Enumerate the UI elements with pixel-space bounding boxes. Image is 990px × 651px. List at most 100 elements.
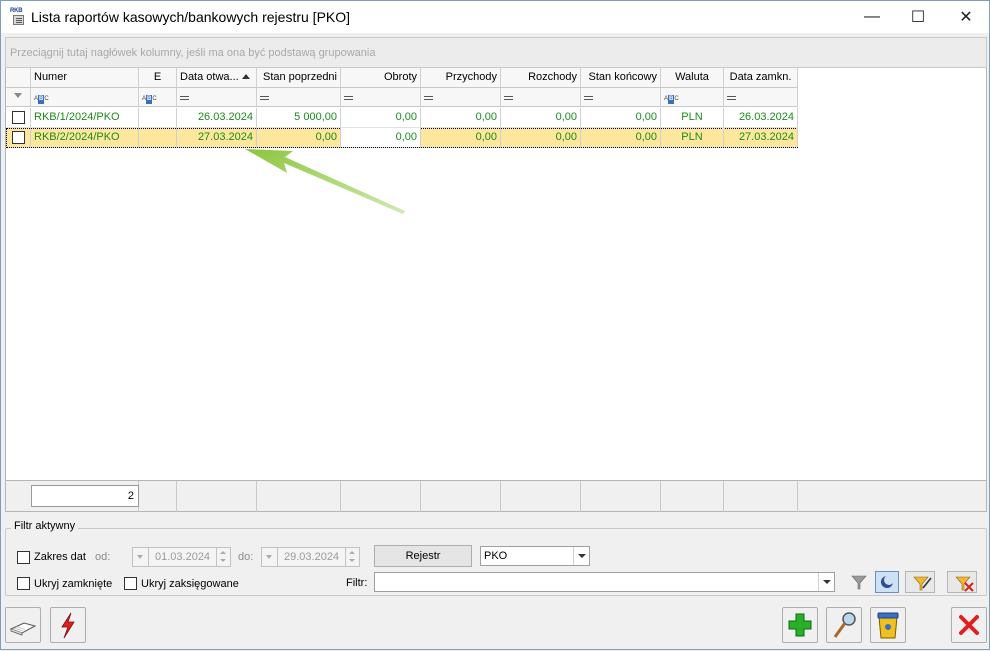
filter-edit-icon[interactable] xyxy=(905,571,935,593)
row-checkbox-cell[interactable] xyxy=(6,108,31,127)
chevron-down-icon[interactable] xyxy=(818,573,834,591)
filtr-input[interactable] xyxy=(374,572,835,592)
header-data-otwarcia[interactable]: Data otwa... xyxy=(177,68,257,87)
table-row[interactable]: RKB/1/2024/PKO 26.03.2024 5 000,00 0,00 … xyxy=(6,108,798,128)
row-checkbox-cell[interactable] xyxy=(6,128,31,147)
zakres-dat-checkbox[interactable] xyxy=(17,551,30,564)
filter-cell-przychody[interactable] xyxy=(421,88,501,106)
chevron-down-icon[interactable] xyxy=(133,548,149,566)
header-data-zamkniecia[interactable]: Data zamkn. xyxy=(724,68,798,87)
od-label: od: xyxy=(95,551,111,563)
summary-cell xyxy=(177,481,257,512)
filter-cell-stan-poprzedni[interactable] xyxy=(257,88,341,106)
magnifier-icon[interactable] xyxy=(826,607,862,643)
ukryj-zamkniete-label: Ukryj zamknięte xyxy=(34,578,113,590)
cell-e[interactable] xyxy=(139,108,177,127)
ukryj-zaksiegowane-label: Ukryj zaksięgowane xyxy=(141,578,239,590)
cell-stan-koncowy[interactable]: 0,00 xyxy=(581,128,661,147)
filter-cell-numer[interactable]: ABC xyxy=(31,88,139,106)
filter-cell-rozchody[interactable] xyxy=(501,88,581,106)
equals-filter-icon xyxy=(424,96,433,100)
cell-stan-poprzedni[interactable]: 0,00 xyxy=(257,128,341,147)
date-spinner-icon[interactable] xyxy=(216,548,230,566)
close-icon[interactable] xyxy=(951,607,987,643)
book-icon[interactable] xyxy=(5,607,41,643)
cell-rozchody[interactable]: 0,00 xyxy=(501,128,581,147)
summary-cell xyxy=(257,481,341,512)
table-row-selected[interactable]: RKB/2/2024/PKO 27.03.2024 0,00 0,00 0,00… xyxy=(6,128,798,148)
rejestr-select[interactable]: PKO xyxy=(480,546,590,566)
filter-cell-data-zamkniecia[interactable] xyxy=(724,88,798,106)
header-waluta[interactable]: Waluta xyxy=(661,68,724,87)
cell-e[interactable] xyxy=(139,128,177,147)
title-bar: RKB Lista raportów kasowych/bankowych re… xyxy=(1,1,989,33)
cell-obroty[interactable]: 0,00 xyxy=(341,128,421,147)
cell-numer[interactable]: RKB/2/2024/PKO xyxy=(31,128,139,147)
summary-cell xyxy=(341,481,421,512)
filter-panel-legend: Filtr aktywny xyxy=(11,520,79,532)
row-checkbox[interactable] xyxy=(12,111,25,124)
equals-filter-icon xyxy=(344,96,353,100)
cell-data-zamkniecia[interactable]: 27.03.2024 xyxy=(724,128,798,147)
chevron-down-icon[interactable] xyxy=(573,547,589,565)
header-stan-koncowy[interactable]: Stan końcowy xyxy=(581,68,661,87)
filter-cell-waluta[interactable]: ABC xyxy=(661,88,724,106)
filter-clear-icon[interactable] xyxy=(947,571,977,593)
grid-header-row: Numer E Data otwa... Stan poprzedni Obro… xyxy=(6,68,798,88)
cell-waluta[interactable]: PLN xyxy=(661,128,724,147)
header-rozchody[interactable]: Rozchody xyxy=(501,68,581,87)
cell-stan-poprzedni[interactable]: 5 000,00 xyxy=(257,108,341,127)
rejestr-button[interactable]: Rejestr xyxy=(374,545,472,567)
cell-waluta[interactable]: PLN xyxy=(661,108,724,127)
cell-przychody[interactable]: 0,00 xyxy=(421,128,501,147)
row-checkbox[interactable] xyxy=(12,131,25,144)
do-date-field[interactable]: 29.03.2024 xyxy=(261,547,360,567)
summary-cell xyxy=(581,481,661,512)
minimize-button[interactable]: — xyxy=(849,1,895,33)
ukryj-zamkniete-checkbox[interactable] xyxy=(17,577,30,590)
cell-numer[interactable]: RKB/1/2024/PKO xyxy=(31,108,139,127)
sort-ascending-icon xyxy=(241,74,250,79)
header-select-column[interactable] xyxy=(6,68,31,87)
trash-icon[interactable] xyxy=(870,607,906,643)
reports-grid[interactable]: Numer E Data otwa... Stan poprzedni Obro… xyxy=(5,68,987,512)
filter-icon[interactable] xyxy=(844,571,874,593)
chevron-down-icon[interactable] xyxy=(262,548,278,566)
moon-filter-icon[interactable] xyxy=(875,571,899,593)
header-obroty[interactable]: Obroty xyxy=(341,68,421,87)
filter-row-funnel-icon[interactable] xyxy=(6,88,31,106)
add-button[interactable] xyxy=(782,607,818,643)
main-window: RKB Lista raportów kasowych/bankowych re… xyxy=(0,0,990,650)
do-date-value: 29.03.2024 xyxy=(284,551,340,563)
cell-obroty[interactable]: 0,00 xyxy=(341,108,421,127)
window-title: Lista raportów kasowych/bankowych rejest… xyxy=(31,9,351,25)
filter-cell-e[interactable]: ABC xyxy=(139,88,177,106)
cell-data-otwarcia[interactable]: 26.03.2024 xyxy=(177,108,257,127)
filter-cell-stan-koncowy[interactable] xyxy=(581,88,661,106)
summary-cell xyxy=(661,481,724,512)
cell-rozchody[interactable]: 0,00 xyxy=(501,108,581,127)
header-stan-poprzedni[interactable]: Stan poprzedni xyxy=(257,68,341,87)
lightning-icon[interactable] xyxy=(50,607,86,643)
maximize-button[interactable]: ☐ xyxy=(895,1,941,33)
header-e[interactable]: E xyxy=(139,68,177,87)
cell-data-zamkniecia[interactable]: 26.03.2024 xyxy=(724,108,798,127)
filter-cell-data-otwarcia[interactable] xyxy=(177,88,257,106)
text-filter-icon: ABC xyxy=(34,95,49,104)
group-by-area[interactable]: Przeciągnij tutaj nagłówek kolumny, jeśl… xyxy=(5,37,987,68)
od-date-field[interactable]: 01.03.2024 xyxy=(132,547,231,567)
cell-przychody[interactable]: 0,00 xyxy=(421,108,501,127)
cell-stan-koncowy[interactable]: 0,00 xyxy=(581,108,661,127)
header-przychody[interactable]: Przychody xyxy=(421,68,501,87)
equals-filter-icon xyxy=(180,96,189,100)
header-numer[interactable]: Numer xyxy=(31,68,139,87)
close-window-button[interactable]: ✕ xyxy=(943,1,989,33)
summary-cell xyxy=(421,481,501,512)
do-label: do: xyxy=(238,551,254,563)
ukryj-zaksiegowane-checkbox[interactable] xyxy=(124,577,137,590)
date-spinner-icon[interactable] xyxy=(345,548,359,566)
summary-numer-cell: 2 xyxy=(6,481,139,512)
text-filter-icon: ABC xyxy=(664,95,679,104)
filter-cell-obroty[interactable] xyxy=(341,88,421,106)
cell-data-otwarcia[interactable]: 27.03.2024 xyxy=(177,128,257,147)
